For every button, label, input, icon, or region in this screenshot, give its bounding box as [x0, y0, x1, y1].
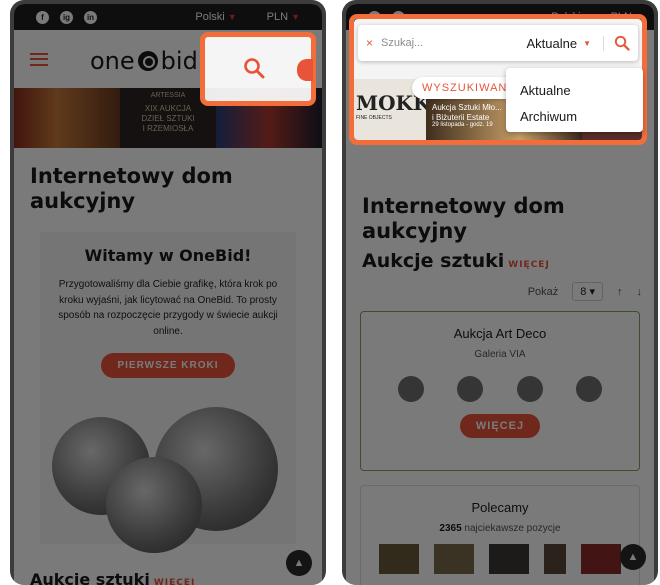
banner-image-left: [14, 88, 120, 148]
item-thumb[interactable]: [378, 544, 419, 575]
top-bar: f ig in Polski ▼ PLN ▼: [14, 4, 322, 30]
item-thumb[interactable]: [576, 376, 603, 403]
chevron-down-icon: ▼: [227, 12, 237, 22]
item-thumb[interactable]: [581, 544, 622, 575]
currency-select[interactable]: PLN ▼: [267, 11, 300, 23]
instagram-icon[interactable]: ig: [60, 10, 73, 24]
option-current[interactable]: Aktualne: [520, 78, 629, 104]
pager-label: Pokaż: [527, 285, 559, 298]
banner-line: DZIEŁ SZTUKI: [141, 113, 195, 123]
currency-label: PLN: [266, 11, 289, 23]
scope-dropdown: Aktualne Archiwum: [506, 68, 643, 132]
option-archive[interactable]: Archiwum: [520, 104, 629, 130]
menu-icon[interactable]: [30, 52, 48, 66]
auction-card[interactable]: Aukcja Art Deco Galeria VIA WIĘCEJ: [360, 311, 640, 472]
more-link[interactable]: WIĘCEJ: [508, 260, 550, 270]
logo[interactable]: one bid: [90, 47, 198, 75]
more-link[interactable]: WIĘCEJ: [154, 578, 196, 585]
per-page-select[interactable]: 8 ▾: [572, 282, 603, 302]
section-title: Aukcje sztuki WIĘCEJ: [346, 250, 654, 272]
banner-line: I RZEMIOSŁA: [142, 123, 194, 133]
sort-up-icon[interactable]: ↑: [617, 286, 623, 298]
pager: Pokaż 8 ▾ ↑ ↓: [346, 282, 654, 302]
item-thumb[interactable]: [544, 544, 567, 575]
first-steps-button[interactable]: PIERWSZE KROKI: [101, 353, 235, 379]
thumb-row: [361, 534, 639, 575]
linkedin-icon[interactable]: in: [84, 10, 97, 24]
item-thumb[interactable]: [516, 376, 543, 403]
item-thumb[interactable]: [457, 376, 484, 403]
item-thumb[interactable]: [397, 376, 424, 403]
chevron-down-icon: ▼: [291, 12, 300, 22]
search-input[interactable]: Szukaj...: [381, 37, 423, 49]
welcome-title: Witamy w OneBid!: [84, 246, 252, 266]
card-title: Polecamy: [471, 500, 529, 516]
logo-ball-icon: [137, 51, 158, 71]
page-title: Internetowy dom aukcyjny: [362, 194, 565, 244]
section-title-text: Aukcje sztuki: [30, 570, 150, 585]
user-icon[interactable]: [297, 59, 313, 81]
welcome-text: Przygotowaliśmy dla Ciebie grafikę, któr…: [58, 279, 278, 337]
card-items: [361, 360, 639, 403]
item-thumb[interactable]: [433, 544, 474, 575]
scope-value: Aktualne: [526, 35, 578, 51]
recommended-card: Polecamy 2365 najciekawsze pozycje: [360, 485, 640, 585]
search-icon[interactable]: [614, 35, 630, 51]
search-bar: × Szukaj... Aktualne ▼: [358, 25, 638, 61]
card-title: Aukcja Art Deco: [453, 326, 547, 342]
item-count-label: najciekawsze pozycje: [464, 523, 561, 535]
scroll-top-button[interactable]: ▲: [620, 544, 646, 570]
welcome-illustration: [52, 407, 280, 554]
highlight-search-area: [200, 32, 316, 106]
logo-text-left: one: [90, 47, 135, 75]
section-title: Aukcje sztuki WIĘCEJ: [30, 570, 195, 585]
facebook-icon[interactable]: f: [36, 10, 49, 24]
logo-text-right: bid: [160, 47, 198, 75]
welcome-box: Witamy w OneBid! Przygotowaliśmy dla Cie…: [40, 232, 296, 554]
more-button[interactable]: WIĘCEJ: [459, 414, 541, 439]
section-title-text: Aukcje sztuki: [362, 250, 505, 273]
card-subtitle: Galeria VIA: [474, 349, 526, 361]
clear-icon[interactable]: ×: [366, 36, 373, 50]
banner-line: XIX AUKCJA: [144, 103, 192, 113]
item-count: 2365: [439, 523, 462, 535]
language-select[interactable]: Polski ▼: [195, 11, 236, 23]
card-subtitle: 2365 najciekawsze pozycje: [361, 523, 639, 534]
scope-select[interactable]: Aktualne ▼: [526, 35, 604, 51]
scroll-top-button[interactable]: ▲: [286, 550, 312, 576]
banner-brand-sub: FINE OBJECTS: [356, 115, 392, 121]
sort-down-icon[interactable]: ↓: [637, 286, 643, 298]
language-label: Polski: [195, 11, 225, 23]
page-title: Internetowy dom aukcyjny: [30, 164, 233, 214]
item-thumb[interactable]: [488, 544, 529, 575]
search-icon[interactable]: [243, 57, 265, 79]
chevron-down-icon: ▼: [583, 38, 591, 48]
